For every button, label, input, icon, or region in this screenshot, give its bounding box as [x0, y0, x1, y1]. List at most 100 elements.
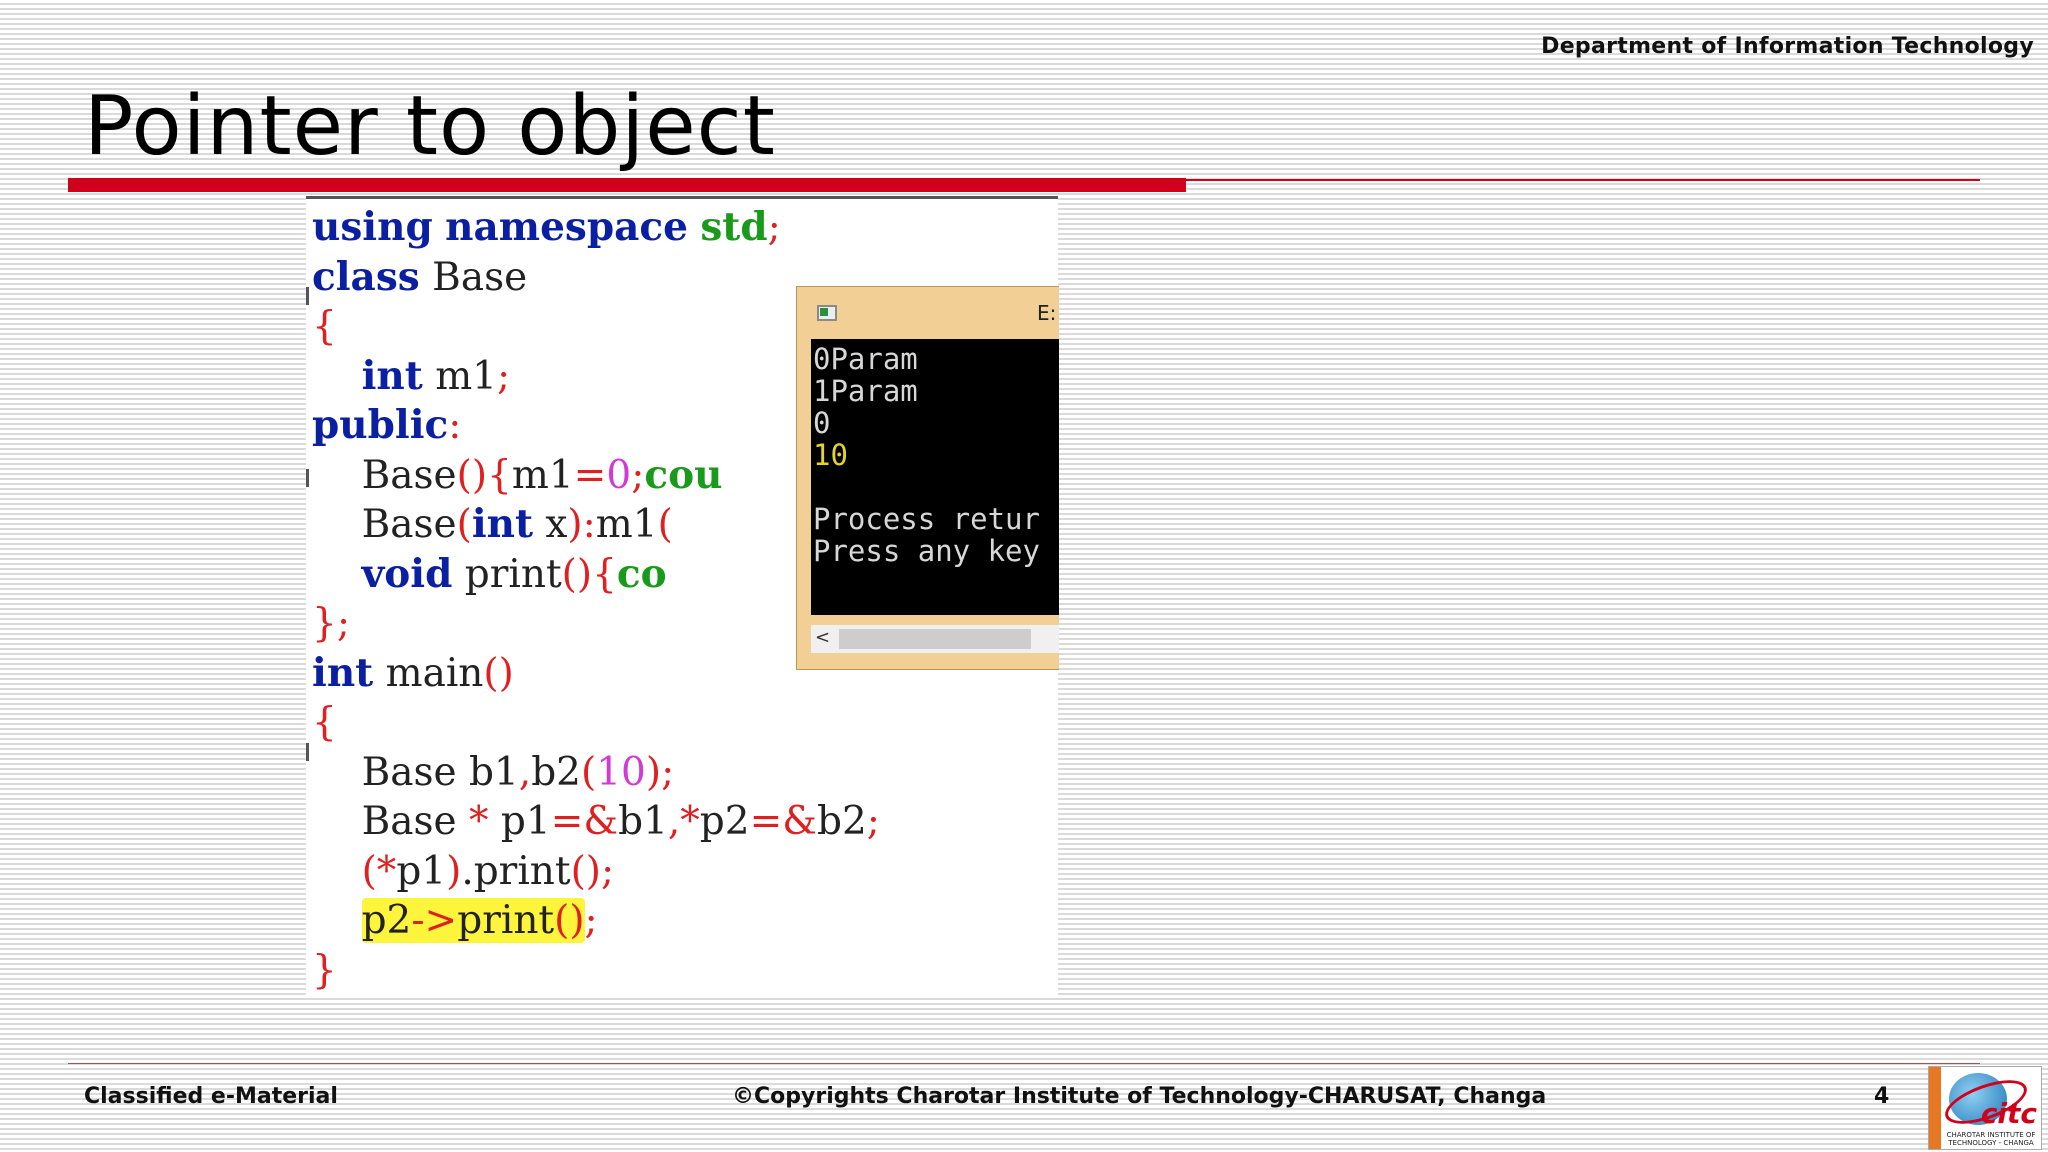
token: ;	[866, 799, 880, 844]
token: ()	[483, 650, 514, 696]
token: ()	[456, 452, 488, 498]
code-block: using namespace std; class Base { int m1…	[312, 203, 880, 995]
token: b2	[816, 799, 867, 844]
token: main	[385, 650, 484, 696]
token: =	[573, 452, 607, 498]
console-window: E: 0Param 1Param 0 10 Process retur Pres…	[796, 286, 1059, 670]
token: b1	[469, 749, 519, 795]
footer-classification: Classified e-Material	[84, 1084, 338, 1109]
token: =&	[749, 799, 817, 844]
title-underline-thin	[1186, 179, 1980, 181]
token: 0	[606, 452, 632, 498]
token: }	[312, 601, 337, 646]
console-screen: 0Param 1Param 0 10 Process retur Press a…	[811, 339, 1059, 615]
console-line: 10	[813, 438, 848, 472]
token: int	[471, 501, 534, 547]
token: p2	[699, 799, 750, 844]
code-line-15: p2->print();	[312, 898, 598, 943]
token: ;	[601, 848, 615, 894]
token: :	[582, 502, 596, 547]
token: int	[312, 649, 374, 696]
token: m1	[511, 452, 574, 498]
token: =&	[550, 799, 619, 844]
code-line-6: Base(){m1=0;cou	[312, 451, 723, 498]
token: ;	[767, 205, 781, 250]
fold-marker	[306, 287, 309, 305]
code-line-9: };	[312, 601, 350, 646]
token: (	[456, 502, 472, 547]
token: ;	[661, 749, 675, 795]
token: 10	[596, 749, 646, 795]
code-line-8: void print(){co	[312, 550, 667, 597]
token: ;	[631, 452, 645, 498]
token: p1	[396, 848, 447, 894]
page-number: 4	[1874, 1084, 1890, 1109]
console-horizontal-scrollbar[interactable]: <	[811, 625, 1059, 653]
console-line: 1Param	[813, 374, 918, 408]
token: Base	[361, 799, 457, 844]
token: :	[448, 403, 462, 448]
logo-side-bar	[1929, 1067, 1941, 1149]
token: ()	[570, 848, 602, 894]
token: ;	[496, 353, 511, 399]
fold-marker	[306, 469, 309, 487]
code-line-1: using namespace std;	[312, 204, 781, 250]
token: m1	[435, 353, 497, 399]
department-label: Department of Information Technology	[1541, 34, 2034, 59]
code-line-14: (*p1).print();	[312, 848, 615, 894]
token: Base	[361, 502, 457, 547]
console-line: Press any key	[813, 534, 1040, 568]
token: (*	[361, 848, 397, 894]
console-line: 0Param	[813, 342, 918, 376]
token: std	[700, 204, 768, 250]
logo-tagline: CHAROTAR INSTITUTE OF TECHNOLOGY - CHANG…	[1946, 1131, 2036, 1147]
token: int	[361, 352, 423, 399]
code-line-7: Base(int x):m1(	[312, 501, 673, 547]
token: ,*	[667, 799, 700, 844]
code-line-12: Base b1,b2(10);	[312, 749, 675, 795]
token: ;	[584, 898, 598, 943]
console-line: Process retur	[813, 502, 1040, 536]
console-output: 0Param 1Param 0 10 Process retur Press a…	[811, 339, 1059, 567]
token: using	[312, 204, 433, 250]
token: (	[657, 502, 673, 547]
token: Base	[361, 749, 457, 795]
code-line-13: Base * p1=&b1,*p2=&b2;	[312, 799, 880, 844]
token: m1	[595, 502, 658, 547]
console-title-text: E:	[1037, 301, 1057, 325]
token: x	[545, 502, 568, 547]
code-line-16: }	[312, 947, 337, 993]
token: print	[457, 898, 555, 943]
token: {	[592, 551, 617, 597]
footer-rule	[68, 1063, 1980, 1064]
token: ()	[554, 898, 585, 943]
token: *	[469, 799, 489, 844]
token: class	[312, 253, 420, 300]
console-line: 0	[813, 406, 831, 440]
code-line-5: public:	[312, 402, 462, 448]
token: Base	[361, 452, 457, 498]
slide-title: Pointer to object	[84, 79, 776, 174]
code-line-4: int m1;	[312, 352, 511, 399]
scroll-thumb[interactable]	[839, 629, 1031, 649]
scroll-left-arrow-icon[interactable]: <	[815, 627, 830, 648]
token: b2	[531, 749, 581, 795]
code-line-11: {	[312, 700, 337, 745]
token: ()	[561, 551, 593, 597]
token: Base	[432, 254, 528, 300]
token: (	[580, 749, 597, 795]
token: print	[464, 551, 562, 597]
logo-brand: citc	[1980, 1097, 2037, 1130]
title-underline-thick	[68, 178, 1186, 192]
token: cou	[644, 451, 723, 498]
institute-logo: citc CHAROTAR INSTITUTE OF TECHNOLOGY - …	[1928, 1066, 2042, 1150]
token: )	[567, 502, 583, 547]
code-line-2: class Base	[312, 253, 528, 300]
token: co	[616, 550, 667, 597]
token: p1	[500, 799, 551, 844]
token: b1	[618, 799, 668, 844]
token: void	[361, 550, 453, 597]
code-line-10: int main()	[312, 649, 514, 696]
token: {	[487, 452, 512, 498]
token: namespace	[445, 204, 688, 250]
